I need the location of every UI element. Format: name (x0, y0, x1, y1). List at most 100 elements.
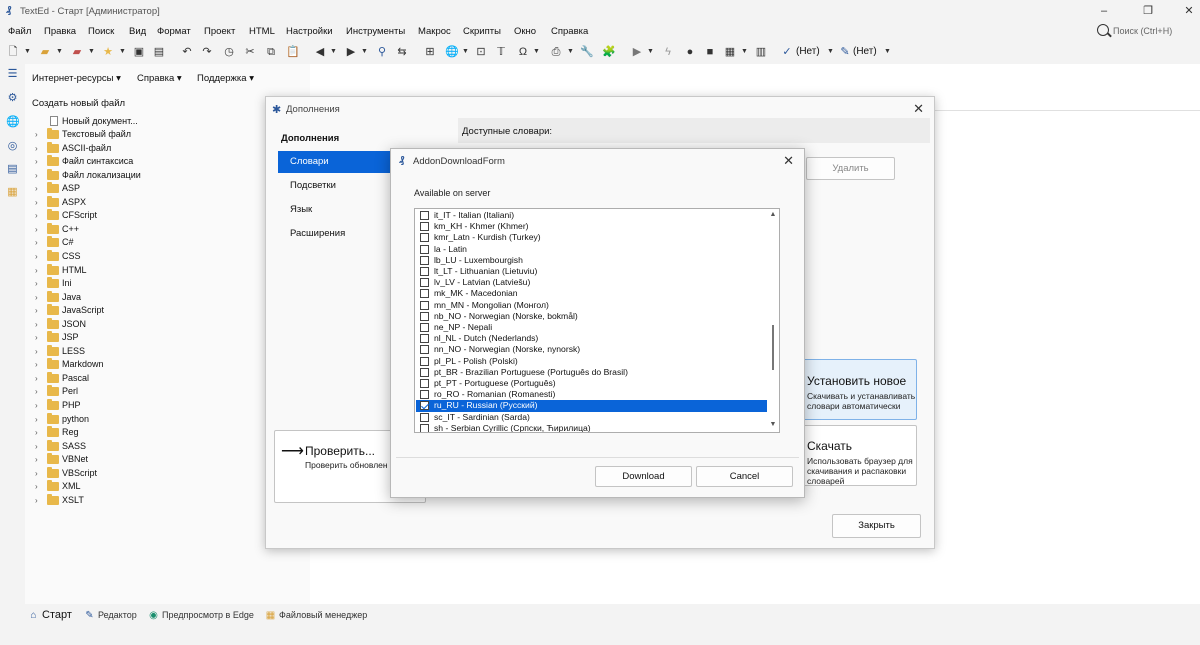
lightning-icon[interactable]: ϟ (661, 44, 675, 60)
dictionary-item[interactable]: la - Latin (416, 244, 768, 255)
close-icon[interactable]: ✕ (1182, 4, 1196, 18)
chevron-right-icon[interactable]: › (35, 304, 38, 317)
nav-language[interactable]: Язык (278, 199, 393, 221)
scroll-thumb[interactable] (772, 325, 774, 370)
menu-view[interactable]: Вид (129, 26, 146, 37)
dictionary-checkbox[interactable] (420, 311, 429, 321)
dictionary-item[interactable]: pt_PT - Portuguese (Português) (416, 378, 768, 389)
chevron-right-icon[interactable]: › (35, 494, 38, 507)
chevron-right-icon[interactable]: › (35, 250, 38, 263)
minimize-icon[interactable]: – (1097, 4, 1111, 18)
dictionary-item[interactable]: lv_LV - Latvian (Latviešu) (416, 277, 768, 288)
menu-format[interactable]: Формат (157, 26, 191, 37)
dictionary-checkbox[interactable] (420, 289, 429, 299)
open-dropdown-icon[interactable]: ▼ (56, 44, 63, 60)
dictionary-checkbox[interactable] (420, 356, 429, 366)
dictionary-item[interactable]: nb_NO - Norwegian (Norske, bokmål) (416, 311, 768, 322)
install-new-card[interactable]: Установить новое Скачивать и устанавлива… (792, 359, 917, 420)
chevron-right-icon[interactable]: › (35, 440, 38, 453)
chevron-right-icon[interactable]: › (35, 399, 38, 412)
replace-icon[interactable]: ⇆ (395, 44, 409, 60)
dictionary-list[interactable]: sh - Serbian Cyrillic (Српски, Ћирилица)… (414, 208, 780, 433)
menu-project[interactable]: Проект (204, 26, 235, 37)
tab-editor[interactable]: ✎ Редактор (84, 606, 136, 624)
spell-language-select[interactable]: (Нет) (796, 46, 820, 57)
clipboard-icon[interactable]: ▦ (6, 186, 19, 199)
omega-dropdown-icon[interactable]: ▼ (533, 44, 540, 60)
table-icon[interactable]: ▥ (754, 44, 768, 60)
menu-window[interactable]: Окно (514, 26, 536, 37)
tools-wrench-icon[interactable]: 🔧 (580, 44, 594, 60)
omega-icon[interactable]: Ω (516, 44, 530, 60)
code-icon[interactable]: ⊡ (474, 44, 488, 60)
spellcheck-icon[interactable]: ✓ (780, 44, 794, 60)
chevron-right-icon[interactable]: › (35, 345, 38, 358)
tools-icon[interactable]: ⚙ (6, 92, 19, 105)
char-icon[interactable]: 𝕋 (494, 44, 508, 60)
chevron-right-icon[interactable]: › (35, 223, 38, 236)
run-macro-icon[interactable]: ▶ (630, 44, 644, 60)
dictionary-checkbox[interactable] (420, 267, 429, 276)
web-icon[interactable]: ◎ (6, 140, 19, 153)
cut-icon[interactable]: ✂ (243, 44, 257, 60)
dictionary-item[interactable]: mn_MN - Mongolian (Монгол) (416, 300, 768, 311)
print-dropdown-icon[interactable]: ▼ (567, 44, 574, 60)
nav-dictionaries[interactable]: Словари (278, 151, 393, 173)
forward-dropdown-icon[interactable]: ▼ (361, 44, 368, 60)
redo-icon[interactable]: ↷ (200, 44, 214, 60)
addons-close-icon[interactable]: ✕ (913, 101, 924, 117)
menu-search[interactable]: Поиск (88, 26, 114, 37)
chevron-right-icon[interactable]: › (35, 331, 38, 344)
run-dropdown-icon[interactable]: ▼ (647, 44, 654, 60)
dictionary-item[interactable]: sc_IT - Sardinian (Sarda) (416, 412, 768, 423)
scroll-up-icon[interactable]: ▲ (769, 211, 777, 218)
dictionary-item[interactable]: ro_RO - Romanian (Romanesti) (416, 389, 768, 400)
chevron-right-icon[interactable]: › (35, 453, 38, 466)
download-form-close-icon[interactable]: ✕ (783, 153, 794, 169)
dictionary-item[interactable]: sh - Serbian Cyrillic (Српски, Ћирилица) (416, 423, 768, 432)
chevron-right-icon[interactable]: › (35, 372, 38, 385)
delete-button[interactable]: Удалить (806, 157, 895, 180)
new-file-icon[interactable]: 🗋 (6, 44, 20, 60)
chevron-right-icon[interactable]: › (35, 236, 38, 249)
dictionary-item[interactable]: nn_NO - Norwegian (Norske, nynorsk) (416, 344, 768, 355)
chevron-right-icon[interactable]: › (35, 196, 38, 209)
tab-start[interactable]: ⌂ Старт (28, 606, 71, 624)
dictionary-item[interactable]: lt_LT - Lithuanian (Lietuviu) (416, 266, 768, 277)
chevron-right-icon[interactable]: › (35, 467, 38, 480)
search-box[interactable]: Поиск (Ctrl+H) (1097, 22, 1197, 42)
tab-file-manager[interactable]: ▦ Файловый менеджер (265, 606, 368, 624)
favorites-star-icon[interactable]: ★ (101, 44, 115, 60)
menu-help[interactable]: Справка (551, 26, 588, 37)
layout-dropdown-icon[interactable]: ▼ (741, 44, 748, 60)
recent-dropdown-icon[interactable]: ▼ (88, 44, 95, 60)
save-icon[interactable]: ▣ (132, 44, 146, 60)
chevron-right-icon[interactable]: › (35, 209, 38, 222)
web-dropdown-icon[interactable]: ▼ (462, 44, 469, 60)
dictionary-checkbox[interactable] (420, 379, 429, 388)
dictionary-item[interactable]: km_KH - Khmer (Khmer) (416, 221, 768, 232)
dictionary-checkbox[interactable] (420, 278, 429, 288)
print-icon[interactable]: ⎙ (549, 44, 563, 60)
help-menu[interactable]: Справка ▾ (137, 73, 182, 84)
dictionary-item[interactable]: it_IT - Italian (Italiani) (416, 210, 768, 221)
dictionary-checkbox[interactable] (420, 423, 429, 432)
close-button[interactable]: Закрыть (832, 514, 921, 538)
chevron-right-icon[interactable]: › (35, 385, 38, 398)
tab-edge-preview[interactable]: ◉ Предпросмотр в Edge (148, 606, 254, 624)
structure-icon[interactable]: ☰ (6, 68, 19, 81)
second-language-dropdown-icon[interactable]: ▼ (884, 44, 891, 60)
nav-extensions[interactable]: Расширения (278, 223, 393, 245)
dictionary-item[interactable]: ru_RU - Russian (Русский) (416, 400, 768, 412)
dictionary-checkbox[interactable] (420, 401, 429, 411)
forward-arrow-icon[interactable]: ▶ (344, 44, 358, 60)
save-all-icon[interactable]: ▤ (152, 44, 166, 60)
chevron-right-icon[interactable]: › (35, 182, 38, 195)
menu-html[interactable]: HTML (249, 26, 275, 37)
stop-icon[interactable]: ■ (703, 44, 717, 60)
menu-macro[interactable]: Макрос (418, 26, 451, 37)
scroll-down-icon[interactable]: ▼ (769, 421, 777, 428)
chevron-right-icon[interactable]: › (35, 358, 38, 371)
recent-folder-icon[interactable]: ▰ (70, 44, 84, 60)
undo-icon[interactable]: ↶ (180, 44, 194, 60)
